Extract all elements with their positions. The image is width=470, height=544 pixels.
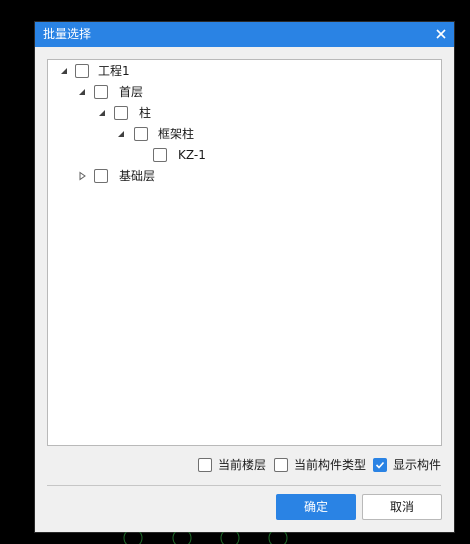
expanded-arrow-icon[interactable]: [77, 87, 87, 97]
expanded-arrow-icon[interactable]: [97, 108, 107, 118]
show-components-label: 显示构件: [393, 458, 442, 472]
option-current-type[interactable]: 当前构件类型: [274, 456, 369, 474]
expanded-arrow-icon[interactable]: [59, 66, 69, 76]
divider: [47, 485, 441, 486]
current-type-label: 当前构件类型: [294, 458, 367, 472]
dialog-title: 批量选择: [43, 27, 92, 41]
tree-checkbox-frame-column[interactable]: [134, 127, 148, 141]
tree-checkbox-kz1[interactable]: [153, 148, 167, 162]
tree-node-column[interactable]: 柱: [96, 103, 436, 123]
ok-button[interactable]: 确定: [276, 494, 356, 520]
tree-node-project[interactable]: 工程1: [56, 61, 436, 81]
tree-node-label: KZ-1: [178, 148, 206, 162]
collapsed-arrow-icon[interactable]: [77, 171, 87, 181]
cancel-button[interactable]: 取消: [362, 494, 442, 520]
title-bar[interactable]: 批量选择: [35, 22, 454, 47]
option-show-components[interactable]: 显示构件: [373, 456, 448, 474]
tree-checkbox-column[interactable]: [114, 106, 128, 120]
option-current-floor[interactable]: 当前楼层: [198, 456, 270, 474]
current-floor-checkbox[interactable]: [198, 458, 212, 472]
tree-node-foundation[interactable]: 基础层: [76, 166, 436, 186]
show-components-checkbox[interactable]: [373, 458, 387, 472]
batch-select-dialog: 批量选择 工程1 首层 柱 框架柱 KZ-1 基础层 当前楼层 当前构件类型 显…: [35, 22, 454, 532]
tree-node-floor1[interactable]: 首层: [76, 82, 436, 102]
tree-checkbox-project[interactable]: [75, 64, 89, 78]
expanded-arrow-icon[interactable]: [116, 129, 126, 139]
tree-node-label: 首层: [119, 85, 144, 99]
current-type-checkbox[interactable]: [274, 458, 288, 472]
close-icon: [436, 29, 446, 39]
tree-checkbox-foundation[interactable]: [94, 169, 108, 183]
tree-node-label: 基础层: [119, 169, 156, 183]
check-icon: [375, 461, 385, 469]
close-button[interactable]: [428, 22, 454, 47]
background-axis-markers: [123, 532, 288, 544]
component-tree[interactable]: 工程1 首层 柱 框架柱 KZ-1 基础层: [47, 59, 442, 446]
tree-node-label: 柱: [139, 106, 152, 120]
tree-node-label: 工程1: [98, 64, 130, 78]
tree-checkbox-floor1[interactable]: [94, 85, 108, 99]
current-floor-label: 当前楼层: [218, 458, 267, 472]
tree-node-label: 框架柱: [158, 127, 195, 141]
tree-node-frame-column[interactable]: 框架柱: [115, 124, 435, 144]
tree-node-kz1[interactable]: KZ-1: [153, 145, 433, 165]
